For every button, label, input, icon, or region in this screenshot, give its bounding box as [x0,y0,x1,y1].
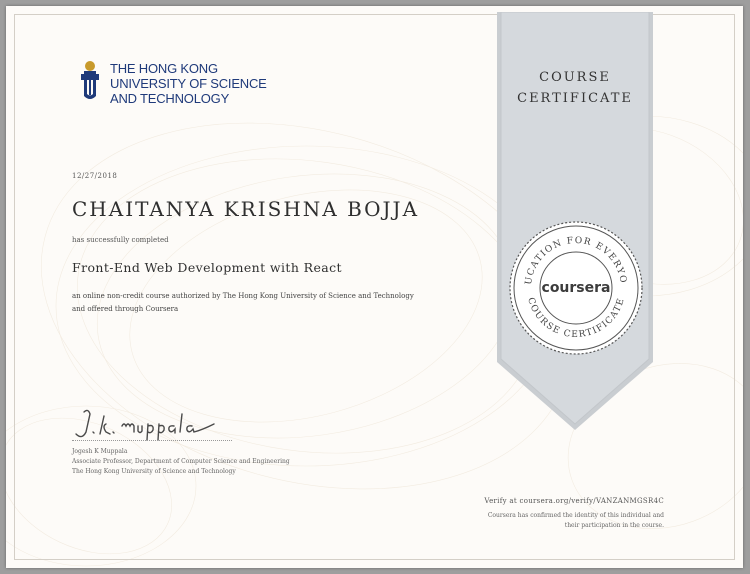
recipient-name: CHAITANYA KRISHNA BOJJA [72,197,420,221]
ribbon-line-2: CERTIFICATE [517,91,633,106]
institution-line-1: THE HONG KONG [110,60,218,76]
hkust-crest-icon [81,61,99,99]
completed-text: has successfully completed [72,236,169,244]
ribbon-title: COURSE CERTIFICATE [491,67,659,109]
signer-affiliation: The Hong Kong University of Science and … [72,468,236,475]
verification-link[interactable]: Verify at coursera.org/verify/VANZANMGSR… [484,497,664,505]
ribbon-line-1: COURSE [539,70,611,85]
signature-line [72,440,232,441]
signature-image [75,409,215,441]
verification-note-line-1: Coursera has confirmed the identity of t… [487,512,664,519]
institution-name: THE HONG KONG UNIVERSITY OF SCIENCE AND … [110,61,267,106]
verification-note: Coursera has confirmed the identity of t… [424,511,664,531]
institution-logo: THE HONG KONG UNIVERSITY OF SCIENCE AND … [78,60,267,106]
seal-brand: coursera [542,280,611,296]
signer-name: Jogesh K Muppala [72,448,128,455]
course-description: an online non-credit course authorized b… [72,292,414,313]
coursera-seal: EDUCATION FOR EVERYONE COURSE CERTIFICAT… [507,219,643,355]
institution-line-3: AND TECHNOLOGY [110,90,230,106]
course-title: Front-End Web Development with React [72,260,342,275]
verification-note-line-2: their participation in the course. [564,522,664,529]
signer-title: Associate Professor, Department of Compu… [72,458,290,465]
institution-line-2: UNIVERSITY OF SCIENCE [110,75,267,91]
issue-date: 12/27/2018 [72,172,118,180]
signer-block: Jogesh K Muppala Associate Professor, De… [72,447,290,477]
